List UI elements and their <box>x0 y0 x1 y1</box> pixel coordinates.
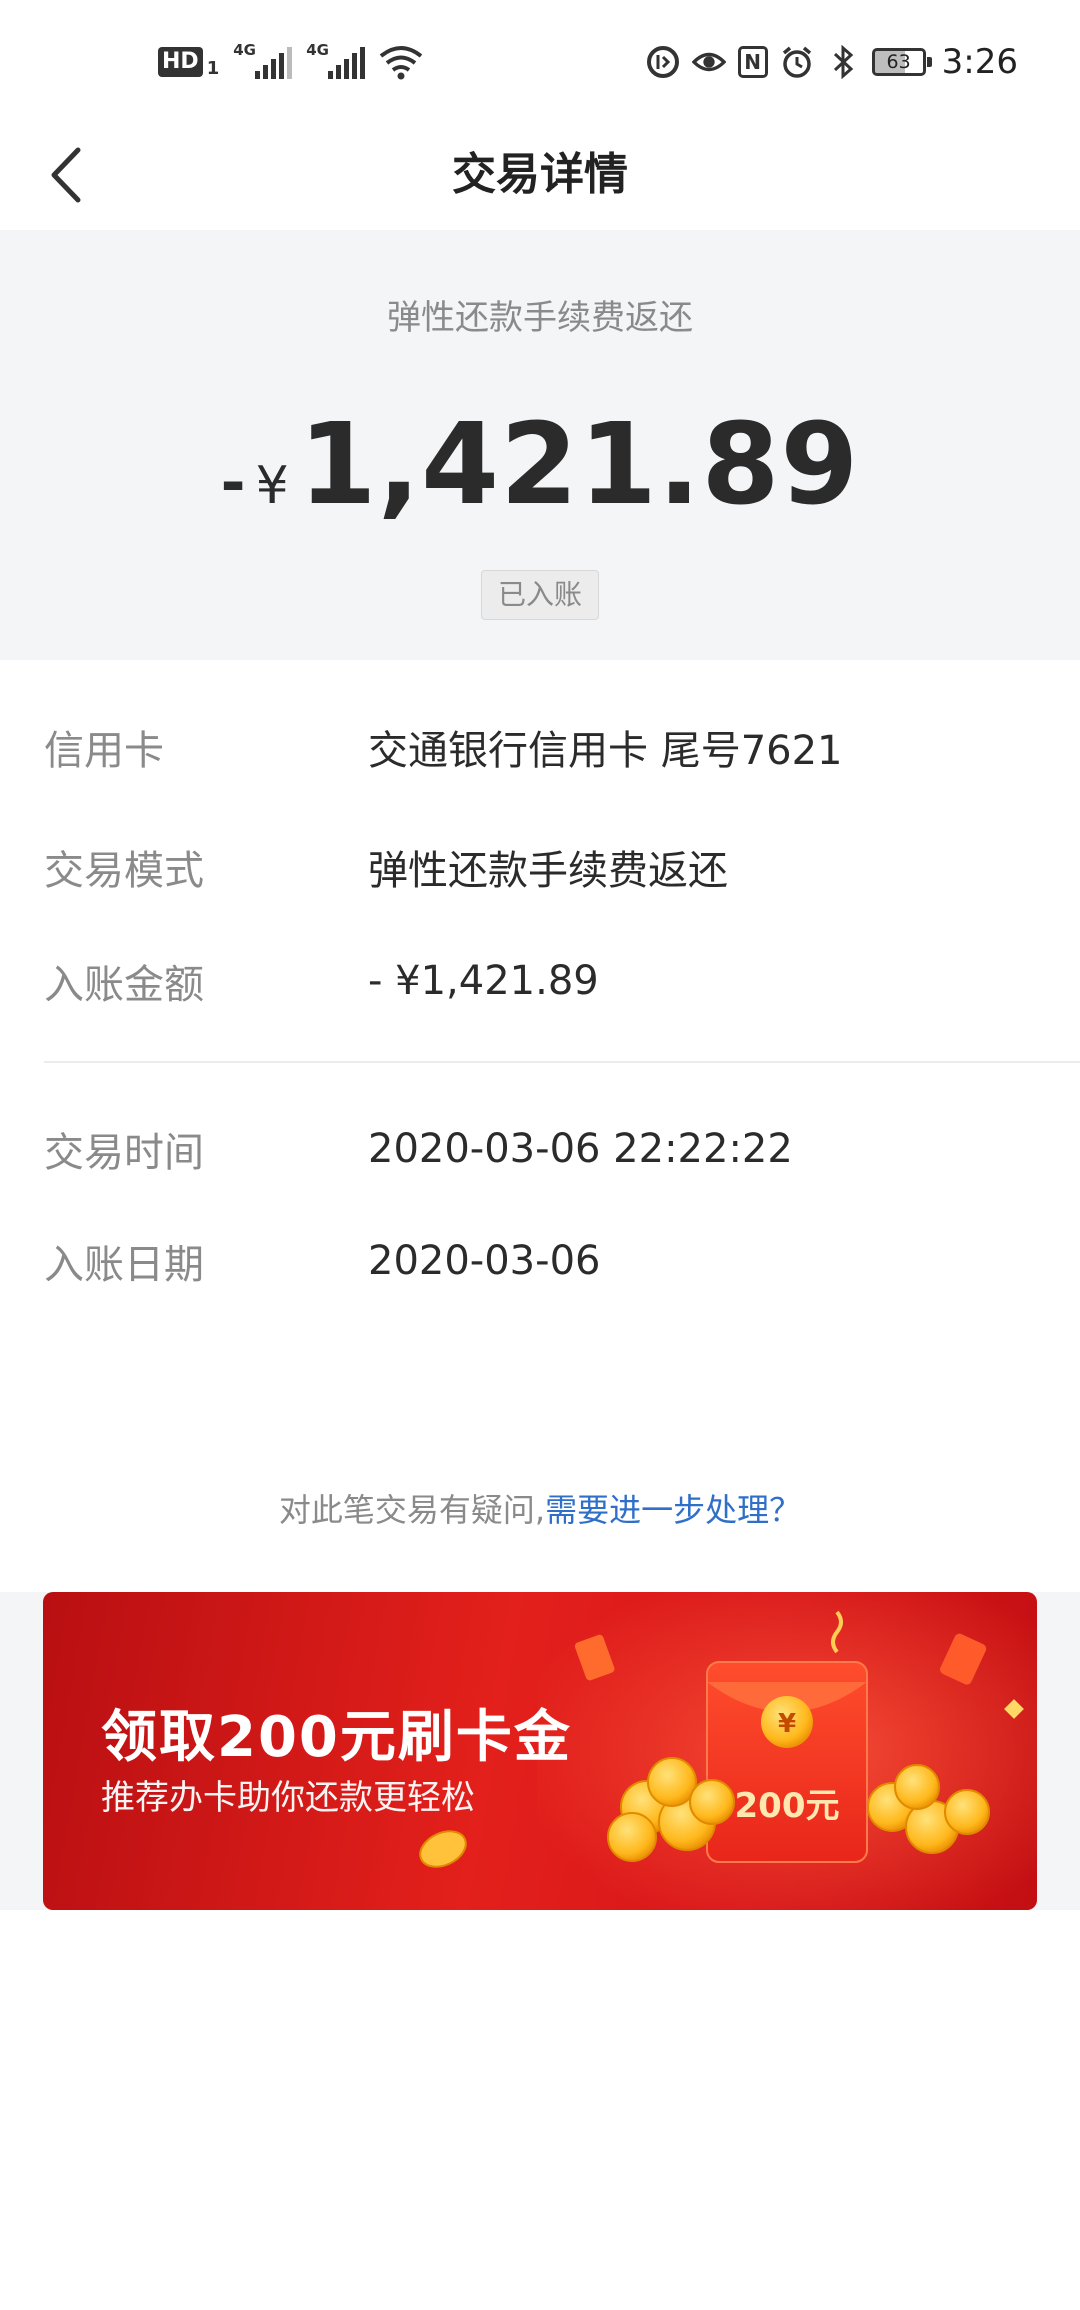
detail-value: 2020-03-06 22:22:22 <box>368 1126 793 1172</box>
banner-title: 领取200元刷卡金 <box>101 1705 572 1770</box>
page-title: 交易详情 <box>452 149 628 200</box>
data-saver-icon <box>646 45 680 79</box>
detail-row-time: 交易时间 2020-03-06 22:22:22 <box>44 1119 1044 1179</box>
network-type-label: 4G <box>306 41 329 59</box>
transaction-summary: 弹性还款手续费返还 - ¥ 1,421.89 已入账 <box>0 230 1080 660</box>
divider <box>44 1061 1080 1063</box>
detail-value: - ¥1,421.89 <box>368 958 599 1004</box>
banner-subtitle: 推荐办卡助你还款更轻松 <box>101 1778 475 1818</box>
alarm-icon <box>780 45 814 79</box>
battery-level: 63 <box>886 51 911 73</box>
detail-key: 入账金额 <box>44 962 204 1008</box>
currency-symbol: ¥ <box>255 456 289 516</box>
battery-icon: 63 <box>871 48 932 76</box>
nav-header: 交易详情 <box>0 120 1080 230</box>
coin-symbol: ¥ <box>778 1709 796 1739</box>
red-envelope-coins-illustration: ¥ 200元 <box>537 1592 1037 1910</box>
detail-row-posted-amount: 入账金额 - ¥1,421.89 <box>44 951 1044 1011</box>
signal-icon: 4G <box>233 41 293 79</box>
detail-row-card: 信用卡 交通银行信用卡 尾号7621 <box>44 717 1044 777</box>
nfc-icon: N <box>737 46 768 78</box>
help-text: 对此笔交易有疑问, <box>278 1491 546 1529</box>
envelope-amount: 200元 <box>735 1786 840 1826</box>
detail-row-mode: 交易模式 弹性还款手续费返还 <box>44 837 1044 897</box>
detail-value: 2020-03-06 <box>368 1238 601 1284</box>
transaction-type-label: 弹性还款手续费返还 <box>387 298 693 338</box>
hd-sub-label: 1 <box>206 57 220 79</box>
status-bar-right: N 63 3:26 <box>646 40 1018 84</box>
bluetooth-icon <box>826 45 860 79</box>
further-processing-link[interactable]: 需要进一步处理？ <box>545 1491 801 1529</box>
detail-value: 交通银行信用卡 尾号7621 <box>368 728 843 774</box>
amount-value: 1,421.89 <box>298 400 860 530</box>
promo-banner[interactable]: ¥ 200元 领取200元刷卡金 推荐办卡助你还款更轻松 <box>43 1592 1037 1910</box>
eye-comfort-icon <box>691 45 726 79</box>
detail-value: 弹性还款手续费返还 <box>368 848 728 894</box>
detail-key: 入账日期 <box>44 1242 204 1288</box>
status-bar-left: HD 1 4G 4G <box>158 40 423 84</box>
network-type-label: 4G <box>233 41 256 59</box>
hd-icon: HD <box>158 47 203 77</box>
detail-row-date: 入账日期 2020-03-06 <box>44 1231 1044 1291</box>
amount-display: - ¥ 1,421.89 <box>0 400 1080 530</box>
promo-section: ¥ 200元 领取200元刷卡金 推荐办卡助你还款更轻松 <box>0 1592 1080 1910</box>
signal-icon: 4G <box>306 41 366 79</box>
flying-coin-icon <box>419 1830 467 1868</box>
detail-key: 交易时间 <box>44 1130 204 1176</box>
status-badge: 已入账 <box>481 570 599 620</box>
detail-key: 信用卡 <box>44 728 164 774</box>
detail-key: 交易模式 <box>44 848 204 894</box>
status-bar: HD 1 4G 4G N 63 3:26 <box>0 0 1080 120</box>
wifi-icon <box>379 44 423 80</box>
amount-sign: - <box>220 448 246 518</box>
clock-time: 3:26 <box>941 42 1018 82</box>
help-line: 对此笔交易有疑问,需要进一步处理？ <box>0 1485 1080 1531</box>
